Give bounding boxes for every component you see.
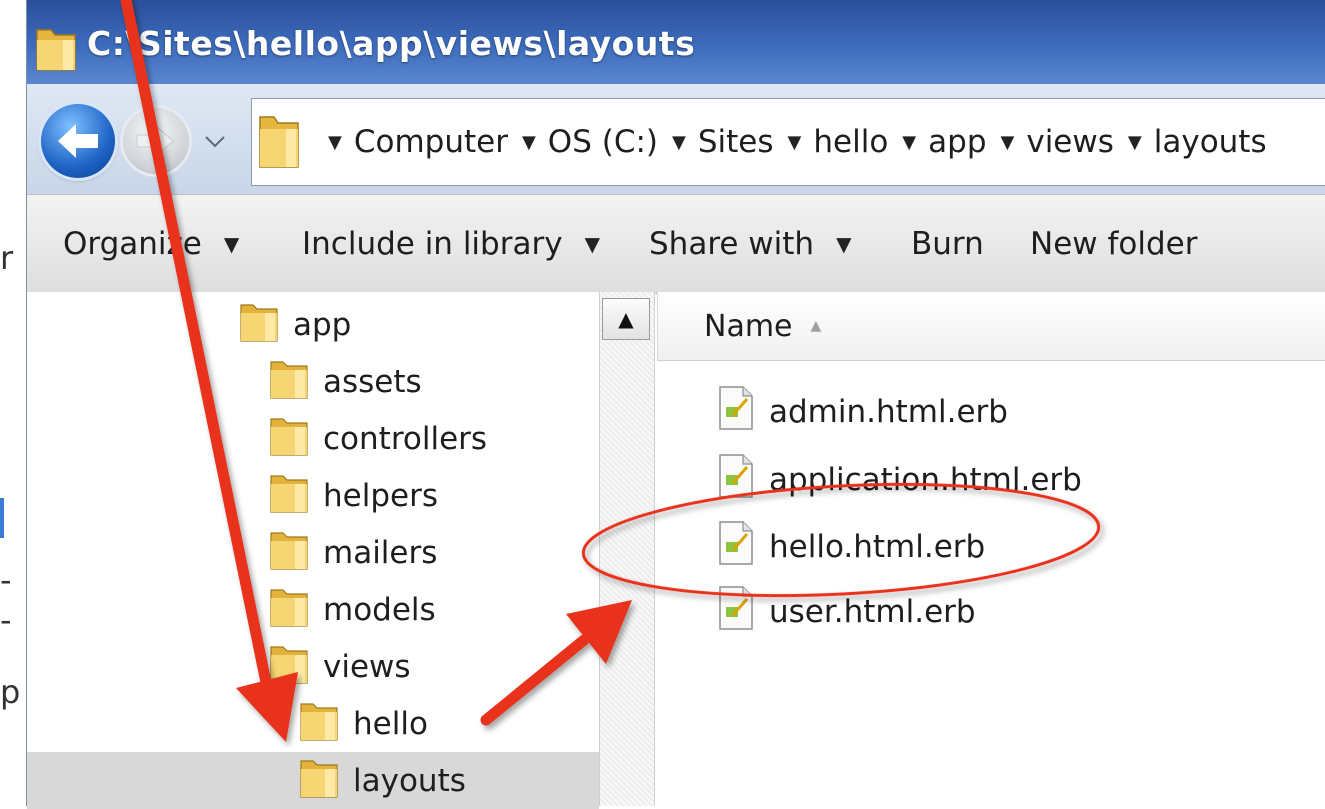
forward-button[interactable] xyxy=(123,108,189,174)
folder-icon xyxy=(269,470,309,522)
chevron-down-icon[interactable]: ▼ xyxy=(672,132,686,153)
burn-button[interactable]: Burn xyxy=(911,195,984,293)
file-list-pane: Name ▲ admin.html.erb application.html.e… xyxy=(657,292,1325,806)
chevron-down-icon[interactable]: ▼ xyxy=(1001,132,1015,153)
file-item-admin[interactable]: admin.html.erb xyxy=(717,382,1008,442)
folder-icon xyxy=(269,641,309,693)
chevron-down-icon xyxy=(205,136,225,148)
chevron-down-icon[interactable]: ▼ xyxy=(328,132,342,153)
back-arrow-icon xyxy=(58,124,98,158)
tree-item-helpers[interactable]: helpers xyxy=(27,467,599,524)
chevron-down-icon[interactable]: ▼ xyxy=(1128,132,1142,153)
chevron-down-icon[interactable]: ▼ xyxy=(902,132,916,153)
breadcrumb-computer[interactable]: ▼ Computer xyxy=(328,124,508,160)
background-text-fragment: - xyxy=(0,561,12,599)
tree-item-controllers[interactable]: controllers xyxy=(27,410,599,467)
tree-item-hello[interactable]: hello xyxy=(27,695,599,752)
folder-icon xyxy=(269,584,309,636)
erb-file-icon xyxy=(717,385,755,439)
chevron-down-icon[interactable]: ▼ xyxy=(522,132,536,153)
organize-button[interactable]: Organize ▼ xyxy=(63,195,239,293)
new-folder-button[interactable]: New folder xyxy=(1030,195,1197,293)
chevron-down-icon: ▼ xyxy=(584,232,600,256)
address-bar[interactable]: ▼ Computer ▼ OS (C:) ▼ Sites ▼ hello ▼ app ▼ v… xyxy=(251,98,1325,186)
breadcrumb-drive[interactable]: ▼ OS (C:) xyxy=(522,124,658,160)
window-title: C:\Sites\hello\app\views\layouts xyxy=(87,24,696,63)
chevron-down-icon: ▼ xyxy=(223,232,240,256)
folder-icon xyxy=(269,527,309,579)
chevron-down-icon: ▼ xyxy=(836,232,852,256)
folder-icon xyxy=(258,109,300,173)
tree-item-mailers[interactable]: mailers xyxy=(27,524,599,581)
background-text-fragment: r xyxy=(0,239,14,277)
background-window-accent xyxy=(0,498,4,538)
folder-icon xyxy=(35,24,77,76)
tree-item-app[interactable]: app xyxy=(27,296,599,353)
recent-pages-dropdown[interactable] xyxy=(204,134,226,153)
name-column-header[interactable]: Name ▲ xyxy=(704,292,821,360)
navigation-pane: app assets controllers helpers mailers m… xyxy=(27,292,599,809)
background-window-edge: r - - p xyxy=(0,0,26,806)
nav-pane-scrollbar[interactable]: ▲ xyxy=(599,292,655,806)
back-button[interactable] xyxy=(41,104,115,178)
triangle-up-icon: ▲ xyxy=(618,307,634,331)
folder-icon xyxy=(299,755,339,807)
folder-icon xyxy=(269,413,309,465)
file-item-hello[interactable]: hello.html.erb xyxy=(717,517,985,577)
forward-arrow-icon xyxy=(136,124,174,158)
explorer-window: C:\Sites\hello\app\views\layouts ▼ Compu… xyxy=(26,0,1325,809)
breadcrumb-views[interactable]: ▼ views xyxy=(1001,124,1114,160)
scroll-up-button[interactable]: ▲ xyxy=(602,298,650,340)
title-bar[interactable]: C:\Sites\hello\app\views\layouts xyxy=(27,0,1325,84)
share-with-button[interactable]: Share with ▼ xyxy=(649,195,851,293)
breadcrumb-layouts[interactable]: ▼ layouts xyxy=(1128,124,1267,160)
breadcrumb-sites[interactable]: ▼ Sites xyxy=(672,124,774,160)
file-item-user[interactable]: user.html.erb xyxy=(717,582,976,642)
folder-icon xyxy=(299,698,339,750)
breadcrumb: ▼ Computer ▼ OS (C:) ▼ Sites ▼ hello ▼ app ▼ v… xyxy=(328,99,1281,185)
background-text-fragment: - xyxy=(0,601,12,639)
tree-item-views[interactable]: views xyxy=(27,638,599,695)
navigation-bar: ▼ Computer ▼ OS (C:) ▼ Sites ▼ hello ▼ app ▼ v… xyxy=(27,84,1325,194)
breadcrumb-app[interactable]: ▼ app xyxy=(902,124,986,160)
breadcrumb-hello[interactable]: ▼ hello xyxy=(788,124,889,160)
background-text-fragment: p xyxy=(0,673,21,711)
command-bar: Organize ▼ Include in library ▼ Share with… xyxy=(27,194,1325,294)
column-header-row: Name ▲ xyxy=(657,292,1325,361)
erb-file-icon xyxy=(717,520,755,574)
tree-item-assets[interactable]: assets xyxy=(27,353,599,410)
erb-file-icon xyxy=(717,453,755,507)
erb-file-icon xyxy=(717,585,755,639)
sort-ascending-icon: ▲ xyxy=(810,318,822,334)
tree-item-layouts[interactable]: layouts xyxy=(27,752,599,809)
chevron-down-icon[interactable]: ▼ xyxy=(788,132,802,153)
include-in-library-button[interactable]: Include in library ▼ xyxy=(302,195,600,293)
file-item-application[interactable]: application.html.erb xyxy=(717,450,1082,510)
tree-item-models[interactable]: models xyxy=(27,581,599,638)
folder-icon xyxy=(269,356,309,408)
folder-icon xyxy=(239,299,279,351)
